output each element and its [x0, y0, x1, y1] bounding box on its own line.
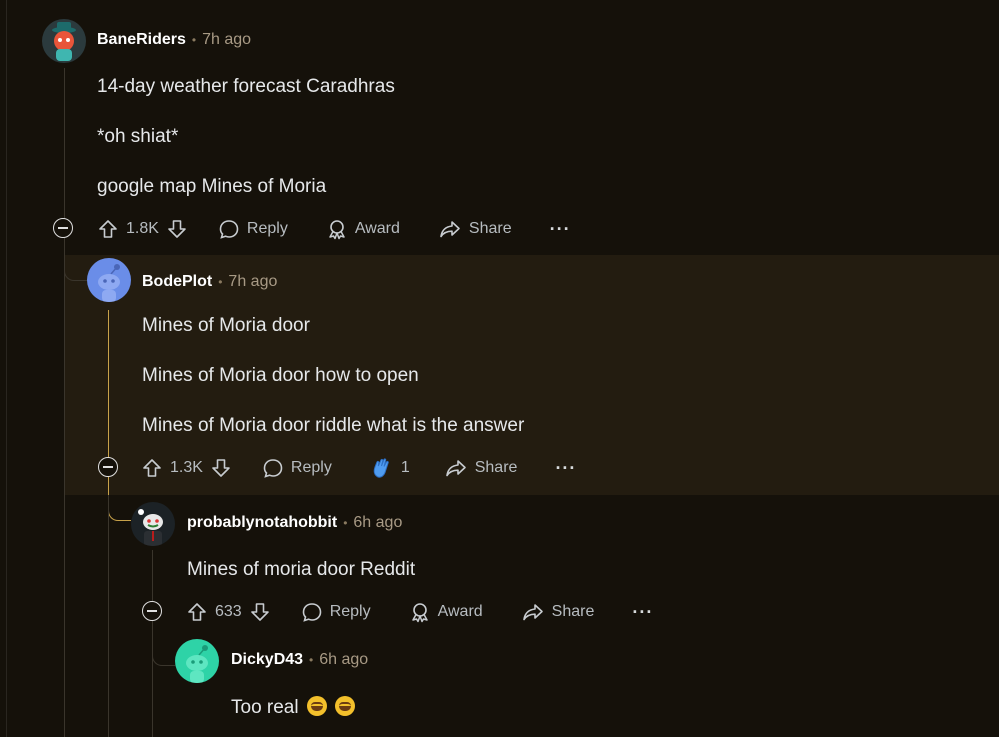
comment-body-line: Mines of Moria door how to open [142, 365, 419, 386]
vote-group: 633 [186, 601, 271, 623]
reply-button[interactable]: Reply [301, 601, 371, 623]
reply-bubble-icon [262, 457, 284, 479]
award-count: 1 [400, 459, 410, 476]
reply-button[interactable]: Reply [262, 457, 332, 479]
separator-dot: • [191, 33, 197, 47]
award-label: Award [437, 603, 483, 620]
reply-bubble-icon [218, 218, 240, 240]
thread-elbow-level-2 [64, 240, 87, 281]
share-button[interactable]: Share [444, 457, 518, 479]
comment-body-line: 14-day weather forecast Caradhras [97, 76, 395, 97]
upvote-icon[interactable] [97, 218, 119, 240]
vote-count: 1.8K [126, 220, 159, 237]
collapse-thread-button[interactable] [98, 457, 118, 477]
separator-dot: • [343, 516, 348, 530]
reply-label: Reply [329, 603, 371, 620]
award-button[interactable]: Award [409, 601, 483, 623]
avatar-snoo-icon [98, 264, 120, 302]
avatar-snoo-icon [138, 509, 163, 546]
reply-button[interactable]: Reply [218, 218, 288, 240]
downvote-icon[interactable] [210, 457, 232, 479]
thread-line-level-1 [64, 68, 65, 737]
comment-body-line: Mines of Moria door [142, 315, 310, 336]
vote-count: 1.3K [170, 459, 203, 476]
collapse-thread-button[interactable] [142, 601, 162, 621]
username[interactable]: BodePlot [142, 273, 212, 291]
timestamp[interactable]: 6h ago [353, 514, 402, 532]
avatar[interactable] [42, 19, 86, 63]
avatar-snoo-icon [186, 645, 208, 683]
award-label: Award [354, 220, 400, 237]
comment-action-bar: 633 Reply Award Share ··· [186, 597, 653, 627]
collapse-thread-button[interactable] [53, 218, 73, 238]
upvote-icon[interactable] [186, 601, 208, 623]
username[interactable]: DickyD43 [231, 651, 303, 669]
username[interactable]: probablynotahobbit [187, 514, 337, 532]
reply-label: Reply [246, 220, 288, 237]
clap-award-icon [370, 456, 394, 480]
vote-group: 1.8K [97, 218, 188, 240]
reply-label: Reply [290, 459, 332, 476]
comment-text: Too real [231, 697, 299, 718]
downvote-icon[interactable] [166, 218, 188, 240]
timestamp[interactable]: 7h ago [228, 273, 277, 291]
reply-bubble-icon [301, 601, 323, 623]
laughing-emoji-icon [306, 696, 327, 716]
thread-line-level-2-continued [108, 495, 109, 737]
comment-action-bar: 1.3K Reply 1 Share ··· [141, 453, 576, 483]
thread-elbow-level-3 [108, 480, 131, 521]
comment-header: DickyD43 • 6h ago [231, 651, 368, 669]
more-options-button[interactable]: ··· [550, 219, 571, 240]
comment-header: probablynotahobbit • 6h ago [187, 514, 402, 532]
share-label: Share [468, 220, 512, 237]
avatar[interactable] [87, 258, 131, 302]
comment-action-bar: 1.8K Reply Award Share ··· [97, 214, 571, 244]
share-icon [521, 601, 545, 623]
comment-body-line: Too real [231, 696, 355, 719]
share-label: Share [474, 459, 518, 476]
timestamp[interactable]: 6h ago [319, 651, 368, 669]
avatar[interactable] [175, 639, 219, 683]
avatar-snoo-icon [52, 22, 76, 61]
comment-body-line: google map Mines of Moria [97, 176, 327, 197]
avatar[interactable] [131, 502, 175, 546]
share-button[interactable]: Share [438, 218, 512, 240]
comment-header: BaneRiders • 7h ago [97, 31, 251, 49]
comment-body-line: Mines of Moria door riddle what is the a… [142, 415, 525, 436]
separator-dot: • [309, 653, 314, 667]
vote-group: 1.3K [141, 457, 232, 479]
share-button[interactable]: Share [521, 601, 595, 623]
upvote-icon[interactable] [141, 457, 163, 479]
share-icon [444, 457, 468, 479]
laughing-emoji-icon [334, 696, 355, 716]
comment-header: BodePlot • 7h ago [142, 273, 277, 291]
timestamp[interactable]: 7h ago [202, 31, 251, 49]
username[interactable]: BaneRiders [97, 31, 186, 49]
award-icon [409, 601, 431, 623]
comment-body-line: Mines of moria door Reddit [187, 559, 416, 580]
share-label: Share [551, 603, 595, 620]
separator-dot: • [218, 275, 223, 289]
share-icon [438, 218, 462, 240]
more-options-button[interactable]: ··· [632, 602, 653, 623]
vote-count: 633 [215, 603, 242, 620]
comment-body-line: *oh shiat* [97, 126, 179, 147]
award-button[interactable]: Award [326, 218, 400, 240]
more-options-button[interactable]: ··· [555, 458, 576, 479]
downvote-icon[interactable] [249, 601, 271, 623]
window-edge [6, 0, 7, 737]
award-icon [326, 218, 348, 240]
thread-elbow-level-4 [152, 625, 175, 666]
award-button[interactable]: 1 [370, 456, 410, 480]
